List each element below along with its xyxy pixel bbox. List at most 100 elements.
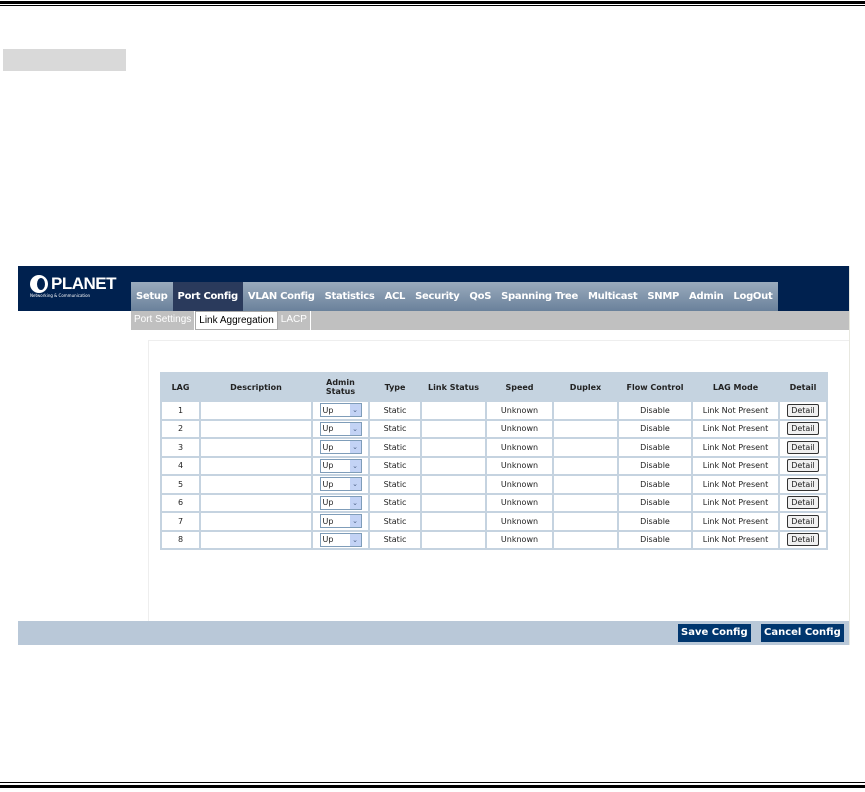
nav-spanning-tree[interactable]: Spanning Tree: [496, 282, 583, 311]
header-duplex: Duplex: [552, 372, 619, 402]
admin-status-select[interactable]: Up ⌄: [319, 458, 362, 473]
admin-status-cell: Up ⌄: [311, 492, 370, 513]
nav-acl[interactable]: ACL: [380, 282, 411, 311]
admin-status-cell: Up ⌄: [311, 418, 370, 439]
flow-control-cell: Disable: [617, 437, 693, 458]
nav-vlan-config[interactable]: VLAN Config: [243, 282, 320, 311]
chevron-down-icon[interactable]: ⌄: [349, 496, 361, 509]
chevron-down-icon[interactable]: ⌄: [349, 404, 361, 417]
chevron-down-icon[interactable]: ⌄: [349, 441, 361, 454]
lag-id: 4: [160, 455, 201, 476]
nav-setup[interactable]: Setup: [131, 282, 173, 311]
description-cell: [199, 400, 313, 421]
nav-admin[interactable]: Admin: [684, 282, 728, 311]
admin-status-cell: Up ⌄: [311, 400, 370, 421]
duplex-cell: [552, 418, 619, 439]
chevron-down-icon[interactable]: ⌄: [349, 515, 361, 528]
detail-button[interactable]: Detail: [787, 514, 819, 528]
link-status-cell: [420, 418, 487, 439]
description-cell: [199, 511, 313, 532]
admin-status-select[interactable]: Up ⌄: [319, 495, 362, 510]
nav-qos[interactable]: QoS: [464, 282, 496, 311]
admin-status-select[interactable]: Up ⌄: [319, 421, 362, 436]
lag-id: 3: [160, 437, 201, 458]
planet-logo: PLANET: [30, 274, 117, 294]
admin-status-value: Up: [322, 461, 334, 471]
detail-cell: Detail: [778, 529, 828, 550]
top-rule: [0, 1, 865, 4]
header-bar: PLANET Networking & Communication Setup P…: [18, 266, 849, 311]
flow-control-cell: Disable: [617, 400, 693, 421]
subnav-port-settings[interactable]: Port Settings: [131, 311, 196, 330]
type-cell: Static: [368, 492, 422, 513]
detail-button[interactable]: Detail: [787, 459, 819, 473]
link-status-cell: [420, 437, 487, 458]
left-column: [18, 311, 131, 621]
save-config-button[interactable]: Save Config: [678, 624, 751, 642]
type-cell: Static: [368, 529, 422, 550]
type-cell: Static: [368, 511, 422, 532]
admin-status-select[interactable]: Up ⌄: [319, 514, 362, 529]
admin-status-cell: Up ⌄: [311, 455, 370, 476]
detail-button[interactable]: Detail: [787, 533, 819, 547]
detail-button[interactable]: Detail: [787, 403, 819, 417]
lag-id: 2: [160, 418, 201, 439]
description-cell: [199, 437, 313, 458]
type-cell: Static: [368, 400, 422, 421]
admin-status-value: Up: [322, 442, 334, 452]
flow-control-cell: Disable: [617, 418, 693, 439]
lag-id: 7: [160, 511, 201, 532]
admin-status-value: Up: [322, 516, 334, 526]
flow-control-cell: Disable: [617, 511, 693, 532]
nav-logout[interactable]: LogOut: [728, 282, 777, 311]
bottom-rule-thin: [0, 782, 865, 783]
subnav-link-aggregation[interactable]: Link Aggregation: [195, 311, 278, 330]
admin-status-select[interactable]: Up ⌄: [319, 403, 362, 418]
lag-mode-cell: Link Not Present: [691, 455, 780, 476]
duplex-cell: [552, 437, 619, 458]
admin-status-cell: Up ⌄: [311, 474, 370, 495]
link-status-cell: [420, 474, 487, 495]
admin-status-select[interactable]: Up ⌄: [319, 440, 362, 455]
chevron-down-icon[interactable]: ⌄: [349, 422, 361, 435]
lag-id: 8: [160, 529, 201, 550]
speed-cell: Unknown: [485, 474, 554, 495]
logo-tagline: Networking & Communication: [30, 293, 91, 298]
table-row: 5 Up ⌄ Static Unknown Disable Link Not Present…: [160, 474, 828, 495]
subnav-lacp[interactable]: LACP: [278, 311, 311, 330]
nav-security[interactable]: Security: [410, 282, 464, 311]
chevron-down-icon[interactable]: ⌄: [349, 478, 361, 491]
nav-multicast[interactable]: Multicast: [583, 282, 642, 311]
admin-status-value: Up: [322, 424, 334, 434]
admin-status-value: Up: [322, 535, 334, 545]
chevron-down-icon[interactable]: ⌄: [349, 459, 361, 472]
cancel-config-button[interactable]: Cancel Config: [761, 624, 844, 642]
link-status-cell: [420, 455, 487, 476]
heading-placeholder: [3, 49, 126, 71]
chevron-down-icon[interactable]: ⌄: [349, 533, 361, 546]
detail-button[interactable]: Detail: [787, 440, 819, 454]
planet-logo-icon: [30, 275, 48, 293]
header-description: Description: [199, 372, 313, 402]
nav-snmp[interactable]: SNMP: [642, 282, 684, 311]
logo-text: PLANET: [51, 274, 117, 293]
lag-mode-cell: Link Not Present: [691, 474, 780, 495]
nav-port-config[interactable]: Port Config: [172, 282, 243, 311]
flow-control-cell: Disable: [617, 529, 693, 550]
detail-button[interactable]: Detail: [787, 422, 819, 436]
type-cell: Static: [368, 455, 422, 476]
description-cell: [199, 455, 313, 476]
lag-mode-cell: Link Not Present: [691, 492, 780, 513]
detail-button[interactable]: Detail: [787, 496, 819, 510]
header-detail: Detail: [778, 372, 828, 402]
nav-statistics[interactable]: Statistics: [320, 282, 380, 311]
table-row: 3 Up ⌄ Static Unknown Disable Link Not Present…: [160, 437, 828, 458]
table-row: 1 Up ⌄ Static Unknown Disable Link Not Present…: [160, 400, 828, 421]
admin-status-select[interactable]: Up ⌄: [319, 477, 362, 492]
type-cell: Static: [368, 418, 422, 439]
speed-cell: Unknown: [485, 529, 554, 550]
detail-button[interactable]: Detail: [787, 477, 819, 491]
admin-status-select[interactable]: Up ⌄: [319, 532, 362, 547]
speed-cell: Unknown: [485, 400, 554, 421]
sub-nav: Port Settings Link Aggregation LACP: [131, 311, 849, 330]
